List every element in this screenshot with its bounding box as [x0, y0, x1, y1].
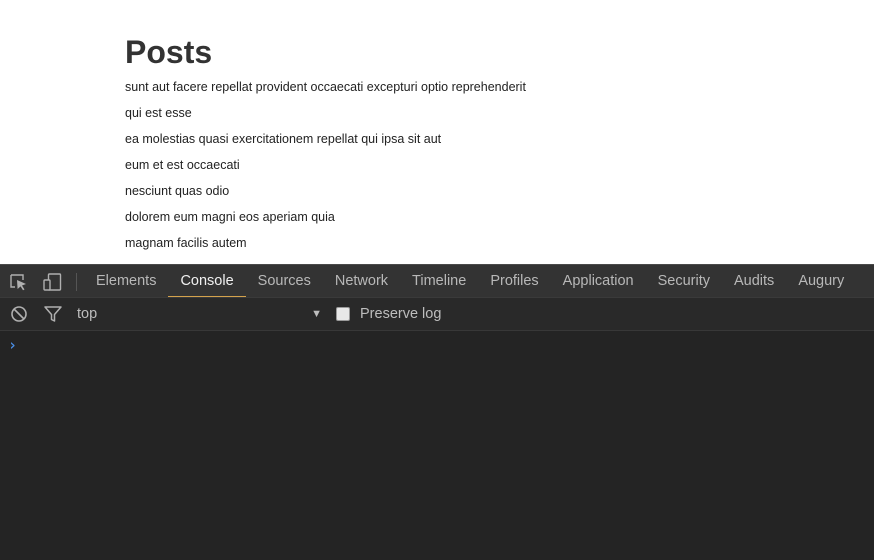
devtools-tab-bar: Elements Console Sources Network Timeline Pro…	[0, 264, 874, 298]
inspect-element-icon[interactable]	[9, 273, 29, 291]
tab-augury[interactable]: Augury	[786, 265, 856, 297]
tab-console[interactable]: Console	[168, 265, 246, 297]
web-page: Posts sunt aut facere repellat provident…	[0, 0, 874, 264]
post-item: nesciunt quas odio	[125, 184, 230, 198]
page-title: Posts	[125, 34, 213, 70]
post-item: eum et est occaecati	[125, 158, 240, 172]
preserve-log-label: Preserve log	[360, 306, 442, 322]
post-item: ea molestias quasi exercitationem repell…	[125, 132, 442, 146]
post-list: sunt aut facere repellat provident occae…	[125, 77, 526, 259]
devtools-panel: Elements Console Sources Network Timeline Pro…	[0, 264, 874, 560]
context-value: top	[77, 306, 98, 322]
tab-sources[interactable]: Sources	[246, 265, 323, 297]
clear-console-icon[interactable]	[9, 305, 29, 323]
console-toolbar: top ▼ Preserve log	[0, 298, 874, 331]
device-toolbar-icon[interactable]	[43, 273, 63, 291]
tab-audits[interactable]: Audits	[722, 265, 786, 297]
filter-icon[interactable]	[43, 305, 63, 323]
console-output[interactable]: ›	[0, 331, 874, 560]
console-input[interactable]	[26, 337, 856, 355]
devtools-tabs: Elements Console Sources Network Timeline Pro…	[84, 265, 856, 297]
tab-network[interactable]: Network	[323, 265, 400, 297]
post-item: qui est esse	[125, 106, 192, 120]
preserve-log-option[interactable]: Preserve log	[336, 303, 441, 325]
dropdown-arrow-icon: ▼	[311, 308, 322, 320]
post-item: dolorem eum magni eos aperiam quia	[125, 210, 335, 224]
tab-timeline[interactable]: Timeline	[400, 265, 478, 297]
tab-application[interactable]: Application	[551, 265, 646, 297]
console-prompt-icon: ›	[8, 336, 18, 354]
tab-profiles[interactable]: Profiles	[478, 265, 550, 297]
preserve-log-checkbox[interactable]	[336, 307, 350, 321]
post-item: sunt aut facere repellat provident occae…	[125, 80, 526, 94]
post-item: magnam facilis autem	[125, 236, 247, 250]
context-selector[interactable]: top ▼	[70, 303, 326, 325]
tab-security[interactable]: Security	[646, 265, 722, 297]
toolbar-separator	[76, 273, 77, 291]
tab-elements[interactable]: Elements	[84, 265, 168, 297]
